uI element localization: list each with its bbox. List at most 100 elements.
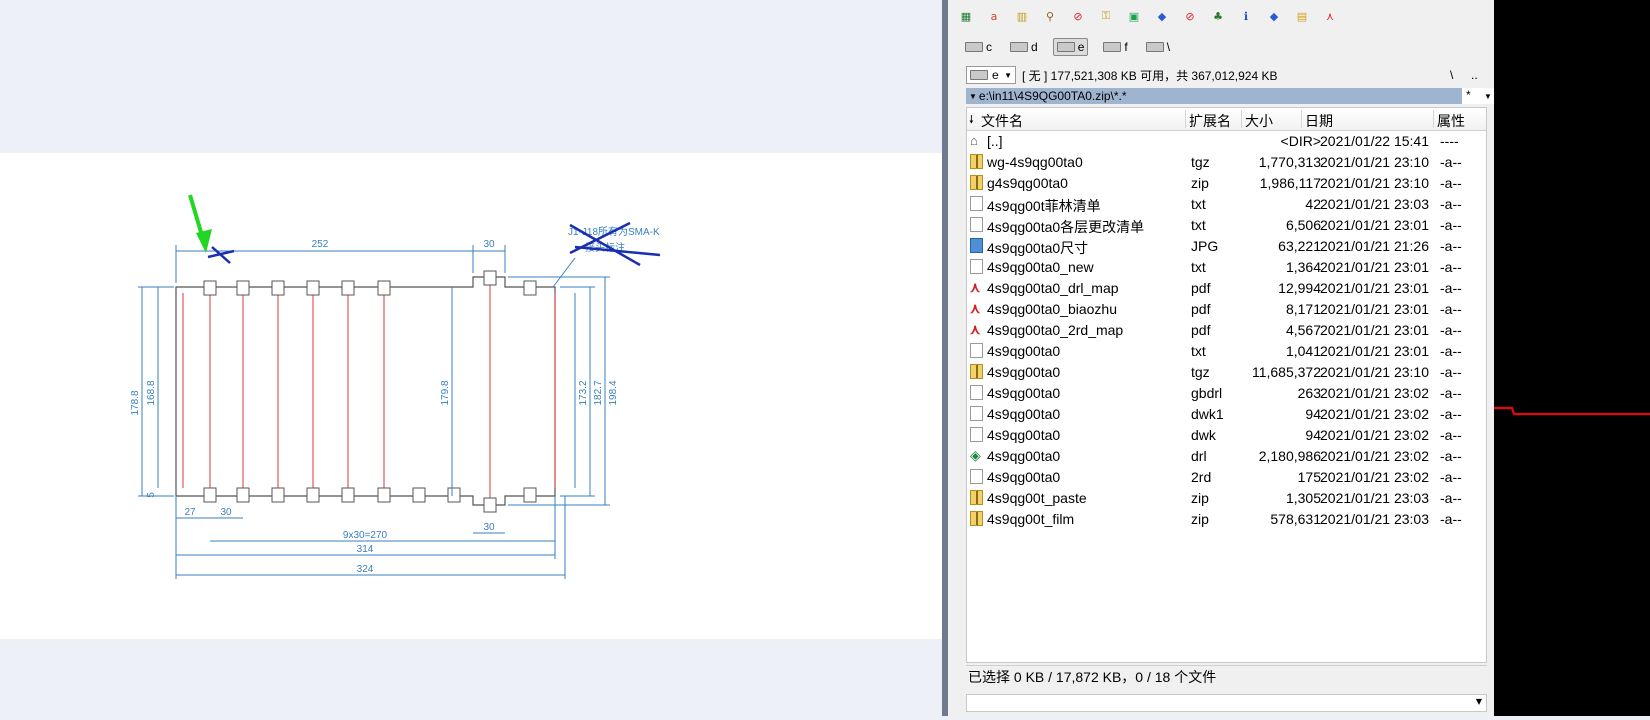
- text-editor-icon[interactable]: a: [984, 6, 1004, 26]
- dim-label: 30: [220, 507, 232, 518]
- file-row[interactable]: 4s9qg00ta0 txt 1,041 2021/01/21 23:01 -a--: [967, 341, 1486, 362]
- file-size: 94: [1305, 427, 1321, 443]
- column-divider[interactable]: [1433, 110, 1434, 128]
- file-date: 2021/01/21 23:02: [1320, 469, 1429, 485]
- file-row[interactable]: 4s9qg00ta0 tgz 11,685,372 2021/01/21 23:10-…: [967, 362, 1486, 383]
- file-date: 2021/01/21 23:02: [1320, 406, 1429, 422]
- file-row[interactable]: ⋏ 4s9qg00ta0_2rd_map pdf 4,567 2021/01/21 23…: [967, 320, 1486, 341]
- package-icon[interactable]: ◆: [1152, 6, 1172, 26]
- file-size: 12,994: [1278, 280, 1321, 296]
- file-row[interactable]: 4s9qg00ta0 2rd 175 2021/01/21 23:02 -a--: [967, 467, 1486, 488]
- file-list-header: 🠗 文件名 扩展名 大小 日期 属性: [967, 108, 1486, 131]
- file-date: 2021/01/21 23:10: [1320, 154, 1429, 170]
- file-size: 4,567: [1285, 322, 1321, 338]
- excel-icon[interactable]: ▦: [956, 6, 976, 26]
- chevron-down-icon: ▼: [1004, 70, 1012, 80]
- file-row[interactable]: ⋏ 4s9qg00ta0_drl_map pdf 12,994 2021/01/21 2…: [967, 278, 1486, 299]
- drive-button[interactable]: e: [1052, 38, 1089, 56]
- dim-label: 30: [483, 522, 495, 533]
- dim-label: 173.2: [578, 380, 589, 405]
- dim-label: 9x30=270: [343, 530, 388, 541]
- archive-icon[interactable]: ▥: [1012, 6, 1032, 26]
- file-row[interactable]: 4s9qg00t_film zip 578,631 2021/01/21 23:03-…: [967, 509, 1486, 530]
- column-date[interactable]: 日期: [1305, 111, 1333, 131]
- text-file-icon: [970, 406, 983, 421]
- pdf-icon[interactable]: ⋏: [1320, 6, 1340, 26]
- file-row[interactable]: 4s9qg00ta0尺寸 JPG 63,221 2021/01/21 21:26 -a-…: [967, 236, 1486, 257]
- file-row[interactable]: g4s9qg00ta0 zip 1,986,117 2021/01/21 23:10-…: [967, 173, 1486, 194]
- file-size: 63,221: [1278, 238, 1321, 254]
- root-button[interactable]: \: [1450, 68, 1453, 82]
- parent-dir-button[interactable]: ..: [1471, 68, 1478, 82]
- file-size: 1,986,117: [1259, 175, 1321, 191]
- red-trace-line: [1494, 406, 1650, 416]
- file-size: 6,506: [1285, 217, 1321, 233]
- file-row[interactable]: 4s9qg00t菲林清单 txt 42 2021/01/21 23:03 -a--: [967, 194, 1486, 215]
- archive-file-icon: [970, 154, 983, 169]
- file-ext: zip: [1191, 511, 1209, 527]
- file-date: 2021/01/21 23:01: [1320, 280, 1429, 296]
- file-attr: -a--: [1440, 175, 1462, 191]
- dim-label: 5: [146, 492, 157, 498]
- file-ext: pdf: [1191, 280, 1211, 296]
- file-name: 4s9qg00ta0: [987, 364, 1061, 380]
- column-ext[interactable]: 扩展名: [1189, 111, 1231, 131]
- column-divider[interactable]: [1241, 110, 1242, 128]
- file-row[interactable]: ⌂ [..] <DIR> 2021/01/22 15:41 ----: [967, 131, 1486, 152]
- file-size: 1,305: [1285, 490, 1321, 506]
- file-attr: -a--: [1440, 238, 1462, 254]
- filter-value: *: [1466, 88, 1471, 102]
- file-row[interactable]: wg-4s9qg00ta0 tgz 1,770,313 2021/01/21 23:1…: [967, 152, 1486, 173]
- current-path-bar[interactable]: ▼ e:\in11\4S9QG00TA0.zip\*.* * ▼: [966, 88, 1506, 104]
- file-name: 4s9qg00ta0: [987, 343, 1061, 359]
- drive-select[interactable]: e ▼: [966, 66, 1016, 84]
- file-date: 2021/01/21 23:01: [1320, 301, 1429, 317]
- file-ext: dwk: [1191, 427, 1216, 443]
- board-outline: [175, 276, 556, 506]
- column-attr[interactable]: 属性: [1437, 111, 1465, 131]
- file-row[interactable]: 4s9qg00t_paste zip 1,305 2021/01/21 23:03 -a…: [967, 488, 1486, 509]
- file-date: 2021/01/21 23:03: [1320, 490, 1429, 506]
- column-name[interactable]: 文件名: [981, 111, 1023, 131]
- search-files-icon[interactable]: ⚲: [1040, 6, 1060, 26]
- drive-button[interactable]: c: [962, 39, 995, 55]
- column-divider[interactable]: [1185, 110, 1186, 128]
- file-attr: -a--: [1440, 448, 1462, 464]
- file-name: 4s9qg00ta0_biaozhu: [987, 301, 1118, 317]
- network-icon[interactable]: ♣: [1208, 6, 1228, 26]
- column-divider[interactable]: [1301, 110, 1302, 128]
- drive-button[interactable]: d: [1007, 39, 1041, 55]
- folder-key-icon[interactable]: ▤: [1292, 6, 1312, 26]
- stop-icon[interactable]: ⊘: [1180, 6, 1200, 26]
- file-attr: -a--: [1440, 343, 1462, 359]
- drive-button[interactable]: \: [1143, 39, 1173, 55]
- file-name: 4s9qg00ta0: [987, 385, 1061, 401]
- system-drive-icon: [965, 42, 983, 52]
- stop-icon[interactable]: ⊘: [1068, 6, 1088, 26]
- file-row[interactable]: ◈ 4s9qg00ta0 drl 2,180,986 2021/01/21 23:02-…: [967, 446, 1486, 467]
- key-icon[interactable]: ⚿: [1096, 6, 1116, 26]
- hard-drive-icon: [1056, 42, 1075, 52]
- column-size[interactable]: 大小: [1245, 111, 1273, 131]
- file-row[interactable]: 4s9qg00ta0 dwk 94 2021/01/21 23:02 -a--: [967, 425, 1486, 446]
- dim-label: 168.8: [146, 380, 157, 405]
- command-line[interactable]: ▼: [966, 694, 1487, 712]
- dim-label: 314: [357, 544, 374, 555]
- file-row[interactable]: 4s9qg00ta0 dwk1 94 2021/01/21 23:02 -a--: [967, 404, 1486, 425]
- drive-button[interactable]: f: [1100, 39, 1130, 55]
- file-size: <DIR>: [1280, 133, 1321, 149]
- file-attr: -a--: [1440, 217, 1462, 233]
- package-icon[interactable]: ◆: [1264, 6, 1284, 26]
- file-attr: -a--: [1440, 364, 1462, 380]
- file-row[interactable]: 4s9qg00ta0_new txt 1,364 2021/01/21 23:01 -a…: [967, 257, 1486, 278]
- file-row[interactable]: 4s9qg00ta0 gbdrl 263 2021/01/21 23:02 -a--: [967, 383, 1486, 404]
- file-name: 4s9qg00ta0: [987, 406, 1061, 422]
- info-icon[interactable]: ℹ: [1236, 6, 1256, 26]
- file-size: 263: [1297, 385, 1321, 401]
- file-row[interactable]: ⋏ 4s9qg00ta0_biaozhu pdf 8,171 2021/01/21 23…: [967, 299, 1486, 320]
- archive-file-icon: [970, 511, 983, 526]
- file-attr: -a--: [1440, 259, 1462, 275]
- ftp-icon[interactable]: ▣: [1124, 6, 1144, 26]
- drive-letter: c: [986, 40, 992, 54]
- file-row[interactable]: 4s9qg00ta0各层更改清单 txt 6,506 2021/01/21 23:01…: [967, 215, 1486, 236]
